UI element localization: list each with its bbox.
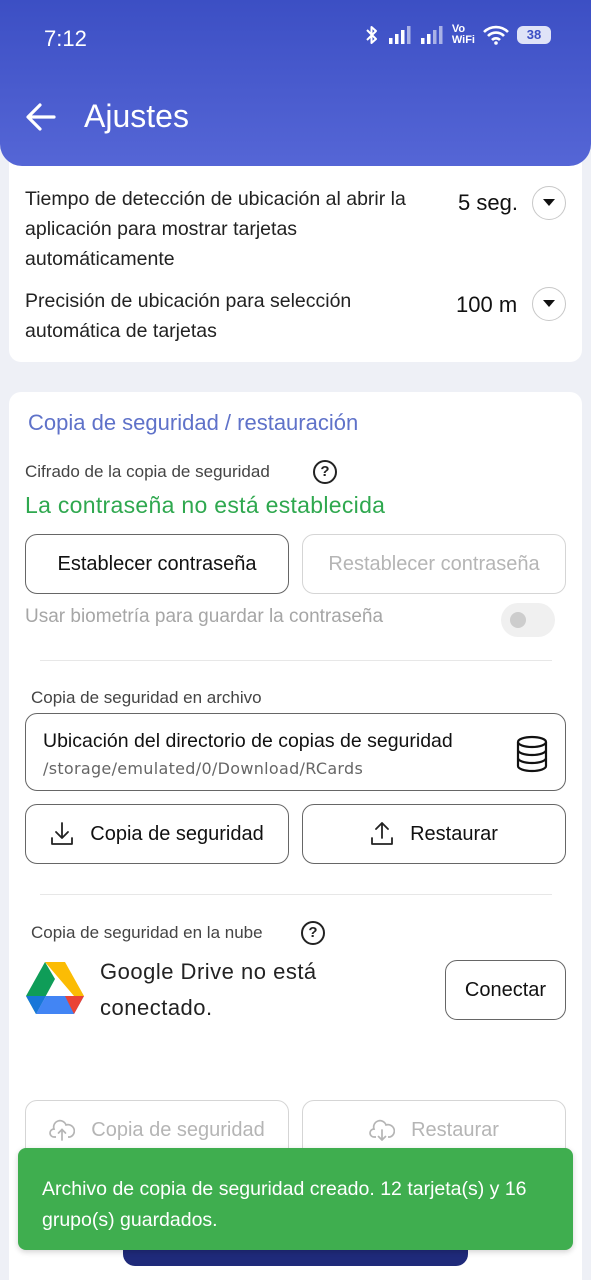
precision-dropdown[interactable] — [532, 287, 566, 321]
bluetooth-icon — [366, 26, 377, 44]
status-bar: 7:12 Vo WiFi 38 — [0, 0, 591, 76]
download-icon — [51, 822, 74, 845]
cloud-backup-label: Copia de seguridad en la nube — [31, 923, 263, 942]
set-password-button[interactable]: Establecer contraseña — [25, 534, 289, 594]
status-icons: Vo WiFi 38 — [364, 24, 551, 46]
vowifi-bottom: WiFi — [451, 34, 475, 46]
cloud-restore-label-text: Restaurar — [411, 1118, 499, 1141]
divider — [40, 894, 552, 895]
biometrics-label: Usar biometría para guardar la contraseñ… — [25, 606, 384, 627]
set-password-label: Establecer contraseña — [57, 552, 257, 575]
status-time: 7:12 — [44, 26, 87, 51]
snackbar-message: Archivo de copia de seguridad creado. 12… — [42, 1178, 527, 1231]
biometrics-toggle[interactable] — [501, 603, 555, 637]
google-drive-icon — [26, 962, 84, 1014]
precision-label: Precisión de ubicación para selección au… — [25, 290, 352, 342]
help-icon[interactable]: ? — [313, 460, 337, 484]
file-restore-button[interactable]: Restaurar — [302, 804, 566, 864]
file-backup-label-text: Copia de seguridad — [90, 822, 264, 845]
arrow-back-icon — [26, 103, 56, 131]
cloud-upload-icon — [49, 1119, 76, 1141]
precision-value[interactable]: 100 m — [456, 292, 517, 318]
file-backup-label: Copia de seguridad en archivo — [31, 688, 262, 707]
back-button[interactable] — [24, 100, 58, 139]
snackbar: Archivo de copia de seguridad creado. 12… — [18, 1148, 573, 1250]
wifi-icon — [483, 25, 509, 45]
dropdown-arrow-icon — [543, 300, 555, 307]
dropdown-arrow-icon — [543, 199, 555, 206]
backup-section-title: Copia de seguridad / restauración — [28, 410, 359, 435]
cloud-download-icon — [369, 1119, 396, 1141]
connect-label: Conectar — [464, 978, 547, 1001]
database-icon — [516, 735, 548, 773]
file-backup-button[interactable]: Copia de seguridad — [25, 804, 289, 864]
battery-indicator: 38 — [517, 26, 551, 44]
detection-time-value[interactable]: 5 seg. — [458, 190, 518, 216]
upload-icon — [371, 822, 393, 845]
backup-restore-card: Copia de seguridad / restauración Cifrad… — [9, 392, 582, 1280]
cloud-backup-label-text: Copia de seguridad — [91, 1118, 265, 1141]
page-title: Ajustes — [84, 98, 189, 134]
detection-time-dropdown[interactable] — [532, 186, 566, 220]
detection-time-label: Tiempo de detección de ubicación al abri… — [25, 188, 406, 270]
help-icon[interactable]: ? — [301, 921, 325, 945]
app-bar: 7:12 Vo WiFi 38 Ajustes — [0, 0, 591, 166]
reset-password-label: Restablecer contraseña — [328, 552, 540, 575]
connect-button[interactable]: Conectar — [445, 960, 566, 1020]
directory-path: /storage/emulated/0/Download/RCards — [43, 759, 364, 778]
signal-icon-2 — [420, 26, 443, 44]
backup-directory-field[interactable]: Ubicación del directorio de copias de se… — [25, 713, 566, 791]
toggle-knob — [510, 612, 526, 628]
drive-status: Google Drive no está conectado. — [100, 959, 317, 1020]
directory-title: Ubicación del directorio de copias de se… — [43, 730, 453, 752]
password-status: La contraseña no está establecida — [25, 492, 386, 518]
file-restore-label-text: Restaurar — [410, 822, 498, 845]
encryption-label: Cifrado de la copia de seguridad — [25, 462, 270, 481]
reset-password-button[interactable]: Restablecer contraseña — [302, 534, 566, 594]
divider — [40, 660, 552, 661]
vowifi-indicator: Vo WiFi — [452, 24, 475, 46]
signal-icon — [388, 26, 411, 44]
